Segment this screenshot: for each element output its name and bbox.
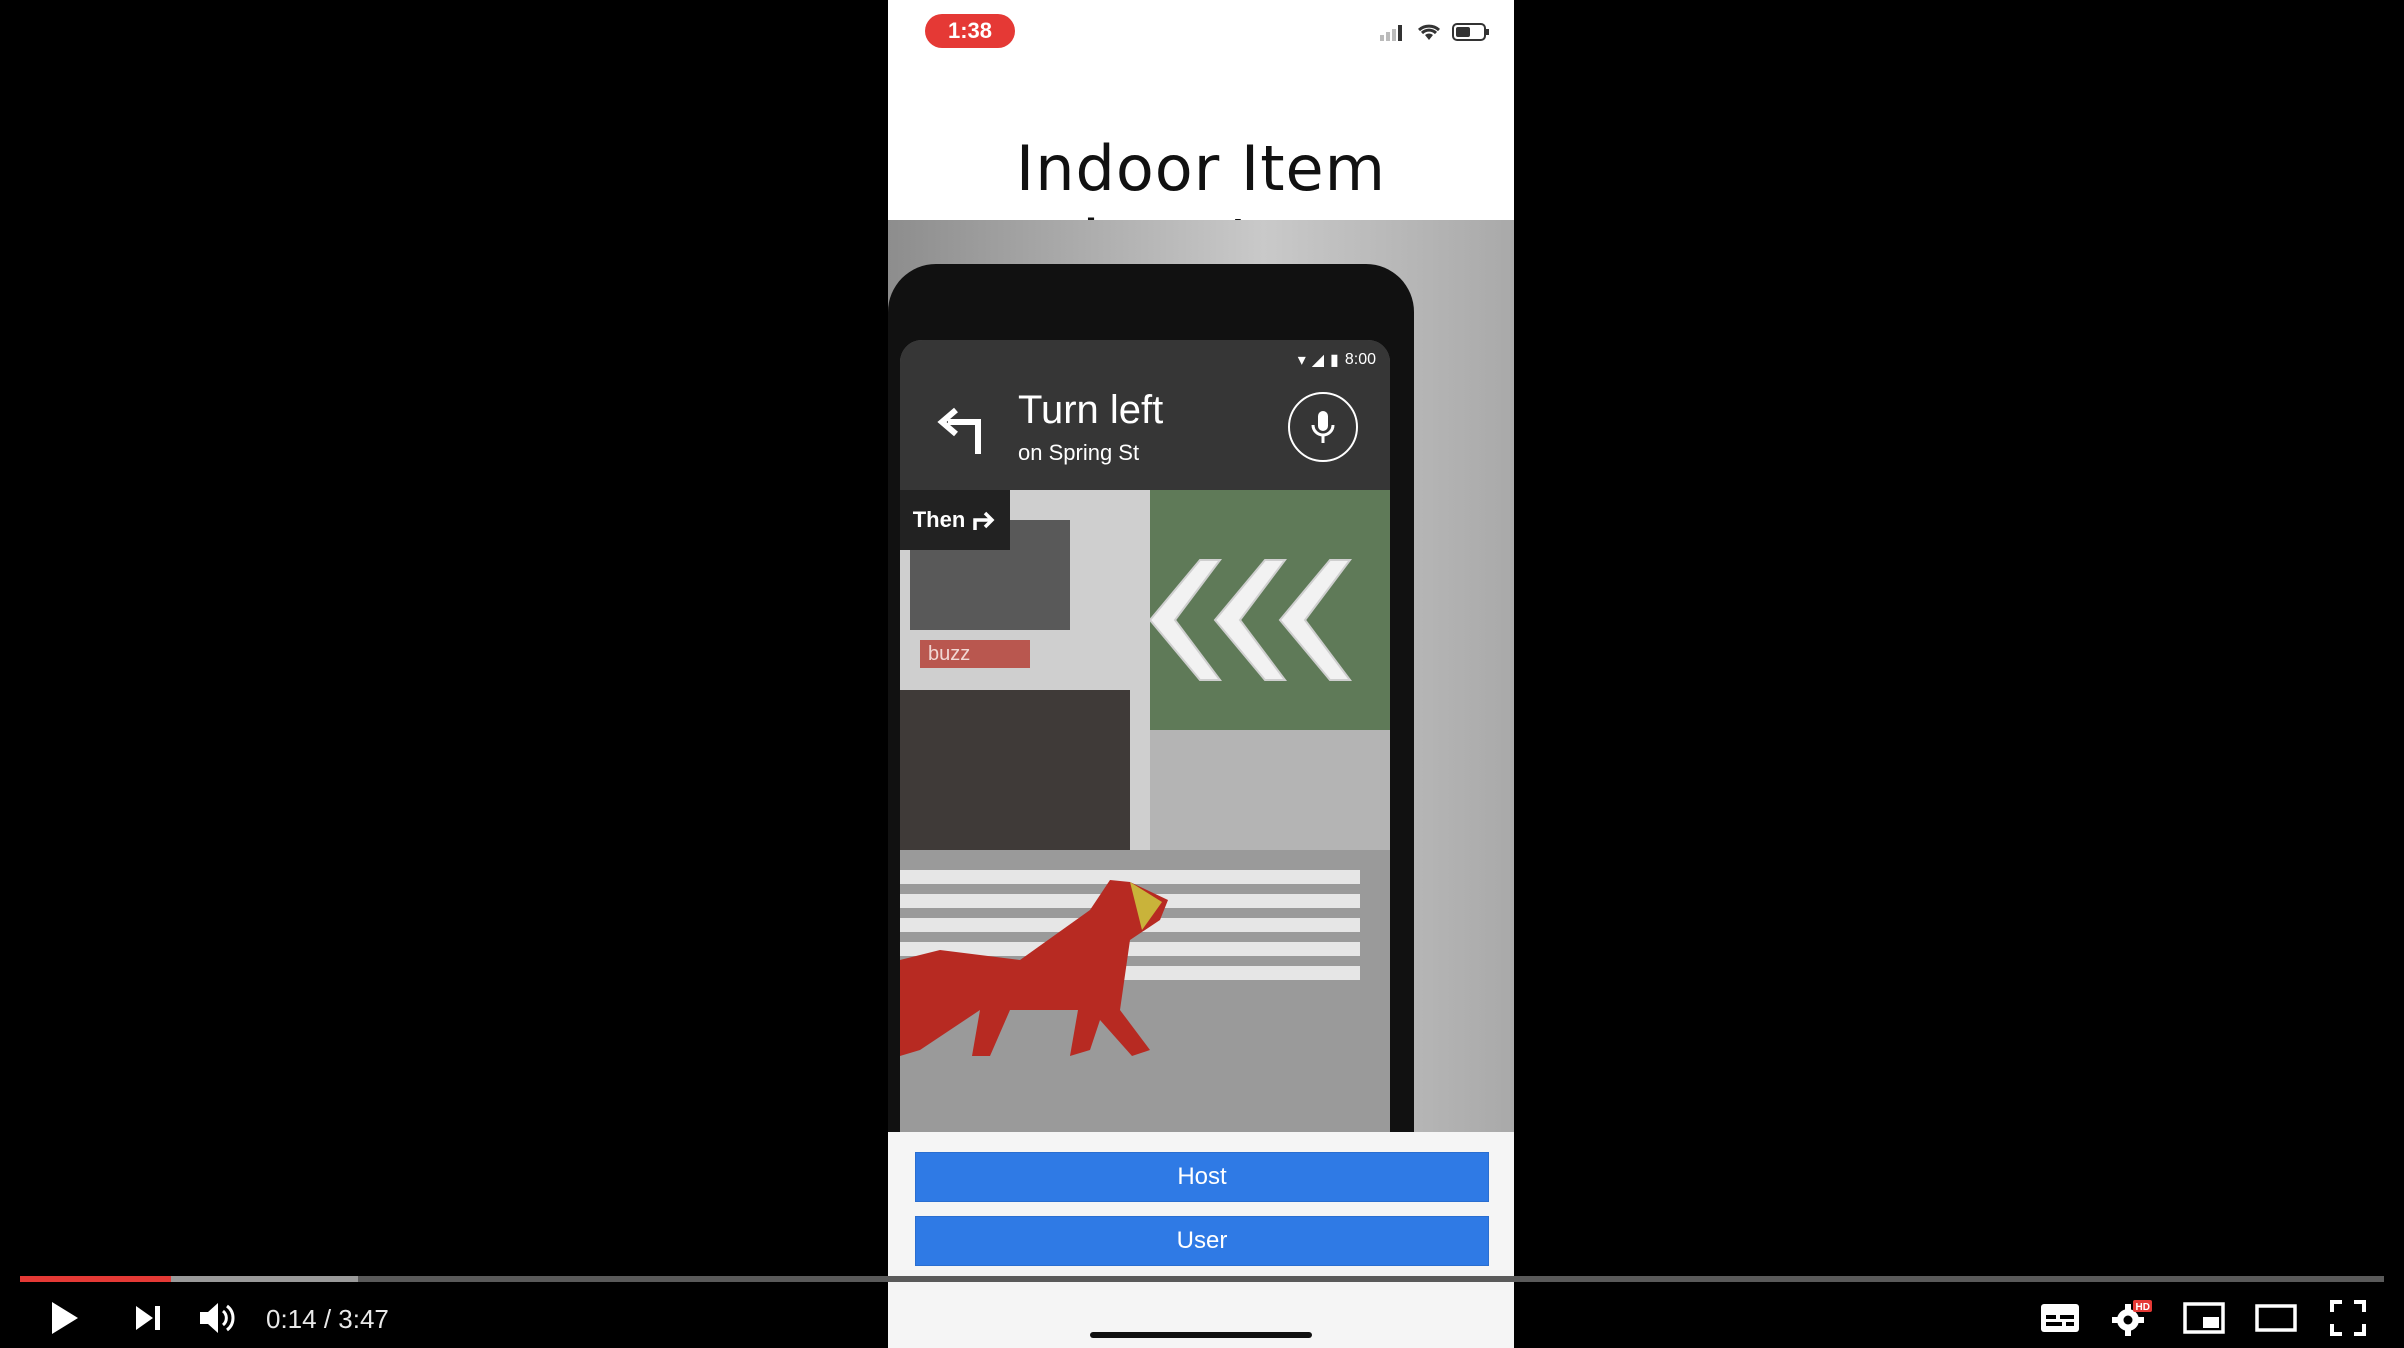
street-scene: buzz bbox=[900, 490, 1390, 1132]
turn-left-arrow-icon bbox=[937, 407, 981, 454]
miniplayer-icon bbox=[2183, 1302, 2225, 1334]
captions-icon bbox=[2041, 1304, 2079, 1332]
time-separator: / bbox=[316, 1304, 339, 1334]
volume-icon bbox=[200, 1303, 235, 1333]
time-display: 0:14 / 3:47 bbox=[266, 1304, 389, 1335]
turn-title: Turn left bbox=[1018, 388, 1164, 432]
mic-icon bbox=[1311, 411, 1335, 443]
nav-status-time: 8:00 bbox=[1344, 351, 1376, 368]
turn-right-arrow-icon bbox=[973, 511, 995, 530]
nav-wifi-icon: ▾ bbox=[1297, 352, 1306, 369]
hd-badge: HD bbox=[2136, 1302, 2150, 1313]
phone-screen: 1:38 Indoor Item Locator bbox=[888, 0, 1514, 1348]
nav-battery-icon: ▮ bbox=[1330, 352, 1339, 369]
status-icons bbox=[1378, 22, 1490, 42]
current-time: 0:14 bbox=[266, 1304, 317, 1334]
volume-button[interactable] bbox=[196, 1296, 240, 1340]
status-time: 1:38 bbox=[925, 14, 1015, 48]
nav-signal-icon: ◢ bbox=[1311, 352, 1325, 369]
store-sign: buzz bbox=[928, 643, 970, 665]
captions-button[interactable] bbox=[2038, 1296, 2082, 1340]
next-button[interactable] bbox=[126, 1296, 170, 1340]
play-icon bbox=[52, 1302, 78, 1334]
video-progress-bar[interactable] bbox=[20, 1276, 2384, 1282]
then-indicator: Then bbox=[900, 490, 1010, 550]
fullscreen-icon bbox=[2330, 1300, 2366, 1336]
inner-phone-screen: buzz ▾ ◢ ▮ 8:00 Turn left on Spring St T… bbox=[900, 340, 1390, 1132]
nav-status-bar: ▾ ◢ ▮ 8:00 bbox=[1298, 350, 1376, 370]
host-button[interactable]: Host bbox=[915, 1152, 1489, 1202]
user-button[interactable]: User bbox=[915, 1216, 1489, 1266]
navigation-banner: ▾ ◢ ▮ 8:00 Turn left on Spring St bbox=[900, 340, 1390, 490]
settings-button[interactable]: HD bbox=[2110, 1296, 2154, 1340]
next-icon bbox=[136, 1306, 160, 1330]
inner-phone: buzz ▾ ◢ ▮ 8:00 Turn left on Spring St T… bbox=[888, 264, 1414, 1132]
theater-icon bbox=[2255, 1304, 2297, 1332]
duration: 3:47 bbox=[338, 1304, 389, 1334]
theater-mode-button[interactable] bbox=[2254, 1296, 2298, 1340]
then-label: Then bbox=[912, 507, 966, 532]
play-button[interactable] bbox=[42, 1296, 86, 1340]
battery-icon bbox=[1452, 23, 1489, 41]
demo-video-frame: buzz ▾ ◢ ▮ 8:00 Turn left on Spring St T… bbox=[888, 220, 1514, 1132]
miniplayer-button[interactable] bbox=[2182, 1296, 2226, 1340]
signal-icon bbox=[1380, 25, 1402, 41]
turn-subtitle: on Spring St bbox=[1018, 440, 1140, 465]
player-controls: 0:14 / 3:47 HD bbox=[0, 1288, 2404, 1344]
played-bar bbox=[20, 1276, 172, 1282]
wifi-icon bbox=[1418, 24, 1440, 40]
street-scene-art: buzz bbox=[900, 490, 1390, 1132]
fullscreen-button[interactable] bbox=[2326, 1296, 2370, 1340]
mic-button bbox=[1288, 392, 1358, 462]
gear-icon: HD bbox=[2112, 1300, 2152, 1336]
